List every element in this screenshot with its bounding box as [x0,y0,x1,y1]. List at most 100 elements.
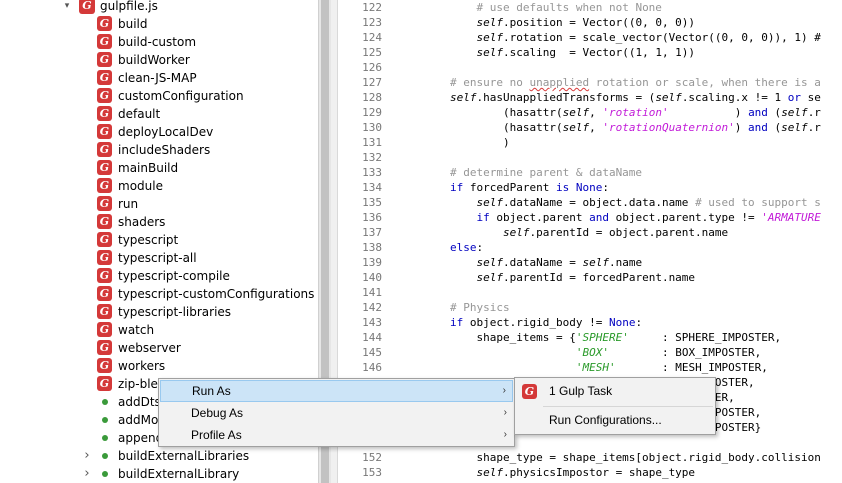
code-line[interactable]: if forcedParent is None: [450,180,609,195]
tree-item-task[interactable]: Gclean-JS-MAP [0,69,318,87]
tree-item-task[interactable]: Gtypescript-libraries [0,303,318,321]
tree-item-collapsed[interactable]: › buildExternalLibrary [0,465,318,483]
line-number: 140 [362,271,382,284]
code-line[interactable]: # use defaults when not None [450,0,662,15]
line-number: 124 [362,31,382,44]
gulp-icon: G [97,106,112,121]
tree-item-task[interactable]: Gbuild-custom [0,33,318,51]
code-line[interactable]: self.dataName = object.data.name # used … [450,195,821,210]
gulp-icon: G [97,196,112,211]
line-number: 122 [362,1,382,14]
code-line[interactable]: shape_items = {'SPHERE' : SPHERE_IMPOSTE… [450,330,781,345]
line-number: 152 [362,451,382,464]
chevron-right-icon[interactable]: › [82,449,92,462]
line-number: 130 [362,121,382,134]
line-number: 146 [362,361,382,374]
code-line[interactable]: self.dataName = self.name [450,255,643,270]
chevron-right-icon: › [502,385,506,396]
tree-item-label: build-custom [118,35,197,49]
gulp-icon: G [97,178,112,193]
tree-item-task[interactable]: Gworkers [0,357,318,375]
tree-item-collapsed[interactable]: › buildExternalLibraries [0,447,318,465]
menu-item-run-as[interactable]: Run As › [160,380,513,402]
tree-item-task[interactable]: Gtypescript-customConfigurations [0,285,318,303]
code-line[interactable]: else: [450,240,483,255]
menu-item-label: Run Configurations... [549,413,662,427]
menu-item-gulp-task[interactable]: G 1 Gulp Task [516,380,714,402]
gulp-icon: G [97,88,112,103]
menu-item-run-configurations[interactable]: Run Configurations... [516,409,714,431]
tree-item-task[interactable]: GincludeShaders [0,141,318,159]
tree-item-task[interactable]: Gtypescript-all [0,249,318,267]
line-number: 131 [362,136,382,149]
code-line[interactable]: self.parentId = forcedParent.name [450,270,696,285]
menu-item-debug-as[interactable]: Debug As › [160,402,513,424]
code-line[interactable]: (hasattr(self, 'rotationQuaternion') and… [450,120,821,135]
tree-item-task[interactable]: GcustomConfiguration [0,87,318,105]
code-line[interactable]: if object.parent and object.parent.type … [450,210,821,225]
tree-item-label: module [118,179,163,193]
gulp-icon: G [97,52,112,67]
code-line[interactable]: self.position = Vector((0, 0, 0)) [450,15,696,30]
line-number: 138 [362,241,382,254]
code-line[interactable]: ) [450,135,510,150]
gulp-icon: G [97,358,112,373]
line-number: 135 [362,196,382,209]
tree-item-label: addMo [118,413,159,427]
run-as-submenu: G 1 Gulp Task Run Configurations... [514,377,716,435]
tree-item-label: buildWorker [118,53,190,67]
menu-item-profile-as[interactable]: Profile As › [160,424,513,446]
tree-item-label: run [118,197,139,211]
code-line[interactable]: if object.rigid_body != None: [450,315,642,330]
menu-item-label: Profile As [191,428,242,442]
chevron-right-icon[interactable]: › [82,467,92,480]
tree-item-label: append [118,431,164,445]
code-line[interactable]: 'BOX' : BOX_IMPOSTER, [450,345,761,360]
tree-item-task[interactable]: Gwebserver [0,339,318,357]
tree-item-label: typescript-compile [118,269,230,283]
menu-separator [543,406,713,407]
tree-item-task[interactable]: Grun [0,195,318,213]
code-line[interactable]: 'MESH' : MESH_IMPOSTER, [450,360,768,375]
gulp-icon: G [97,304,112,319]
menu-item-label: Run As [192,384,231,398]
line-number: 141 [362,286,382,299]
code-line[interactable]: self.parentId = object.parent.name [450,225,728,240]
code-line[interactable]: (hasattr(self, 'rotation' ) and (self.r [450,105,821,120]
line-number: 143 [362,316,382,329]
gulp-icon: G [97,124,112,139]
tree-item-task[interactable]: Gbuild [0,15,318,33]
tree-item-task[interactable]: GbuildWorker [0,51,318,69]
tree-item-label: shaders [118,215,166,229]
tree-item-task[interactable]: Gshaders [0,213,318,231]
function-dot-icon [102,453,108,459]
tree-item-task[interactable]: Gtypescript [0,231,318,249]
tree-item-task[interactable]: Gdefault [0,105,318,123]
chevron-right-icon: › [503,429,507,440]
code-line[interactable]: self.scaling = Vector((1, 1, 1)) [450,45,696,60]
gulp-icon: G [97,286,112,301]
tree-item-task[interactable]: GdeployLocalDev [0,123,318,141]
tree-item-task[interactable]: GmainBuild [0,159,318,177]
code-line[interactable]: # ensure no unapplied rotation or scale,… [450,75,821,90]
menu-item-label: Debug As [191,406,244,420]
line-number: 145 [362,346,382,359]
code-line[interactable]: # Physics [450,300,510,315]
line-number: 123 [362,16,382,29]
line-number: 125 [362,46,382,59]
tree-root[interactable]: ▾ G gulpfile.js [0,0,318,15]
tree-item-label: typescript [118,233,179,247]
gulp-icon: G [97,268,112,283]
menu-item-label: 1 Gulp Task [549,384,613,398]
function-dot-icon [102,471,108,477]
code-line[interactable]: shape_type = shape_items[object.rigid_bo… [450,450,820,465]
tree-item-task[interactable]: Gtypescript-compile [0,267,318,285]
code-line[interactable]: # determine parent & dataName [450,165,642,180]
chevron-down-icon[interactable]: ▾ [62,1,72,11]
tree-item-task[interactable]: Gmodule [0,177,318,195]
code-line[interactable]: self.hasUnappliedTransforms = (self.scal… [450,90,821,105]
code-line[interactable]: self.rotation = scale_vector(Vector((0, … [450,30,821,45]
tree-item-task[interactable]: Gwatch [0,321,318,339]
tree-item-label: includeShaders [118,143,211,157]
code-line[interactable]: self.physicsImpostor = shape_type [450,465,696,480]
